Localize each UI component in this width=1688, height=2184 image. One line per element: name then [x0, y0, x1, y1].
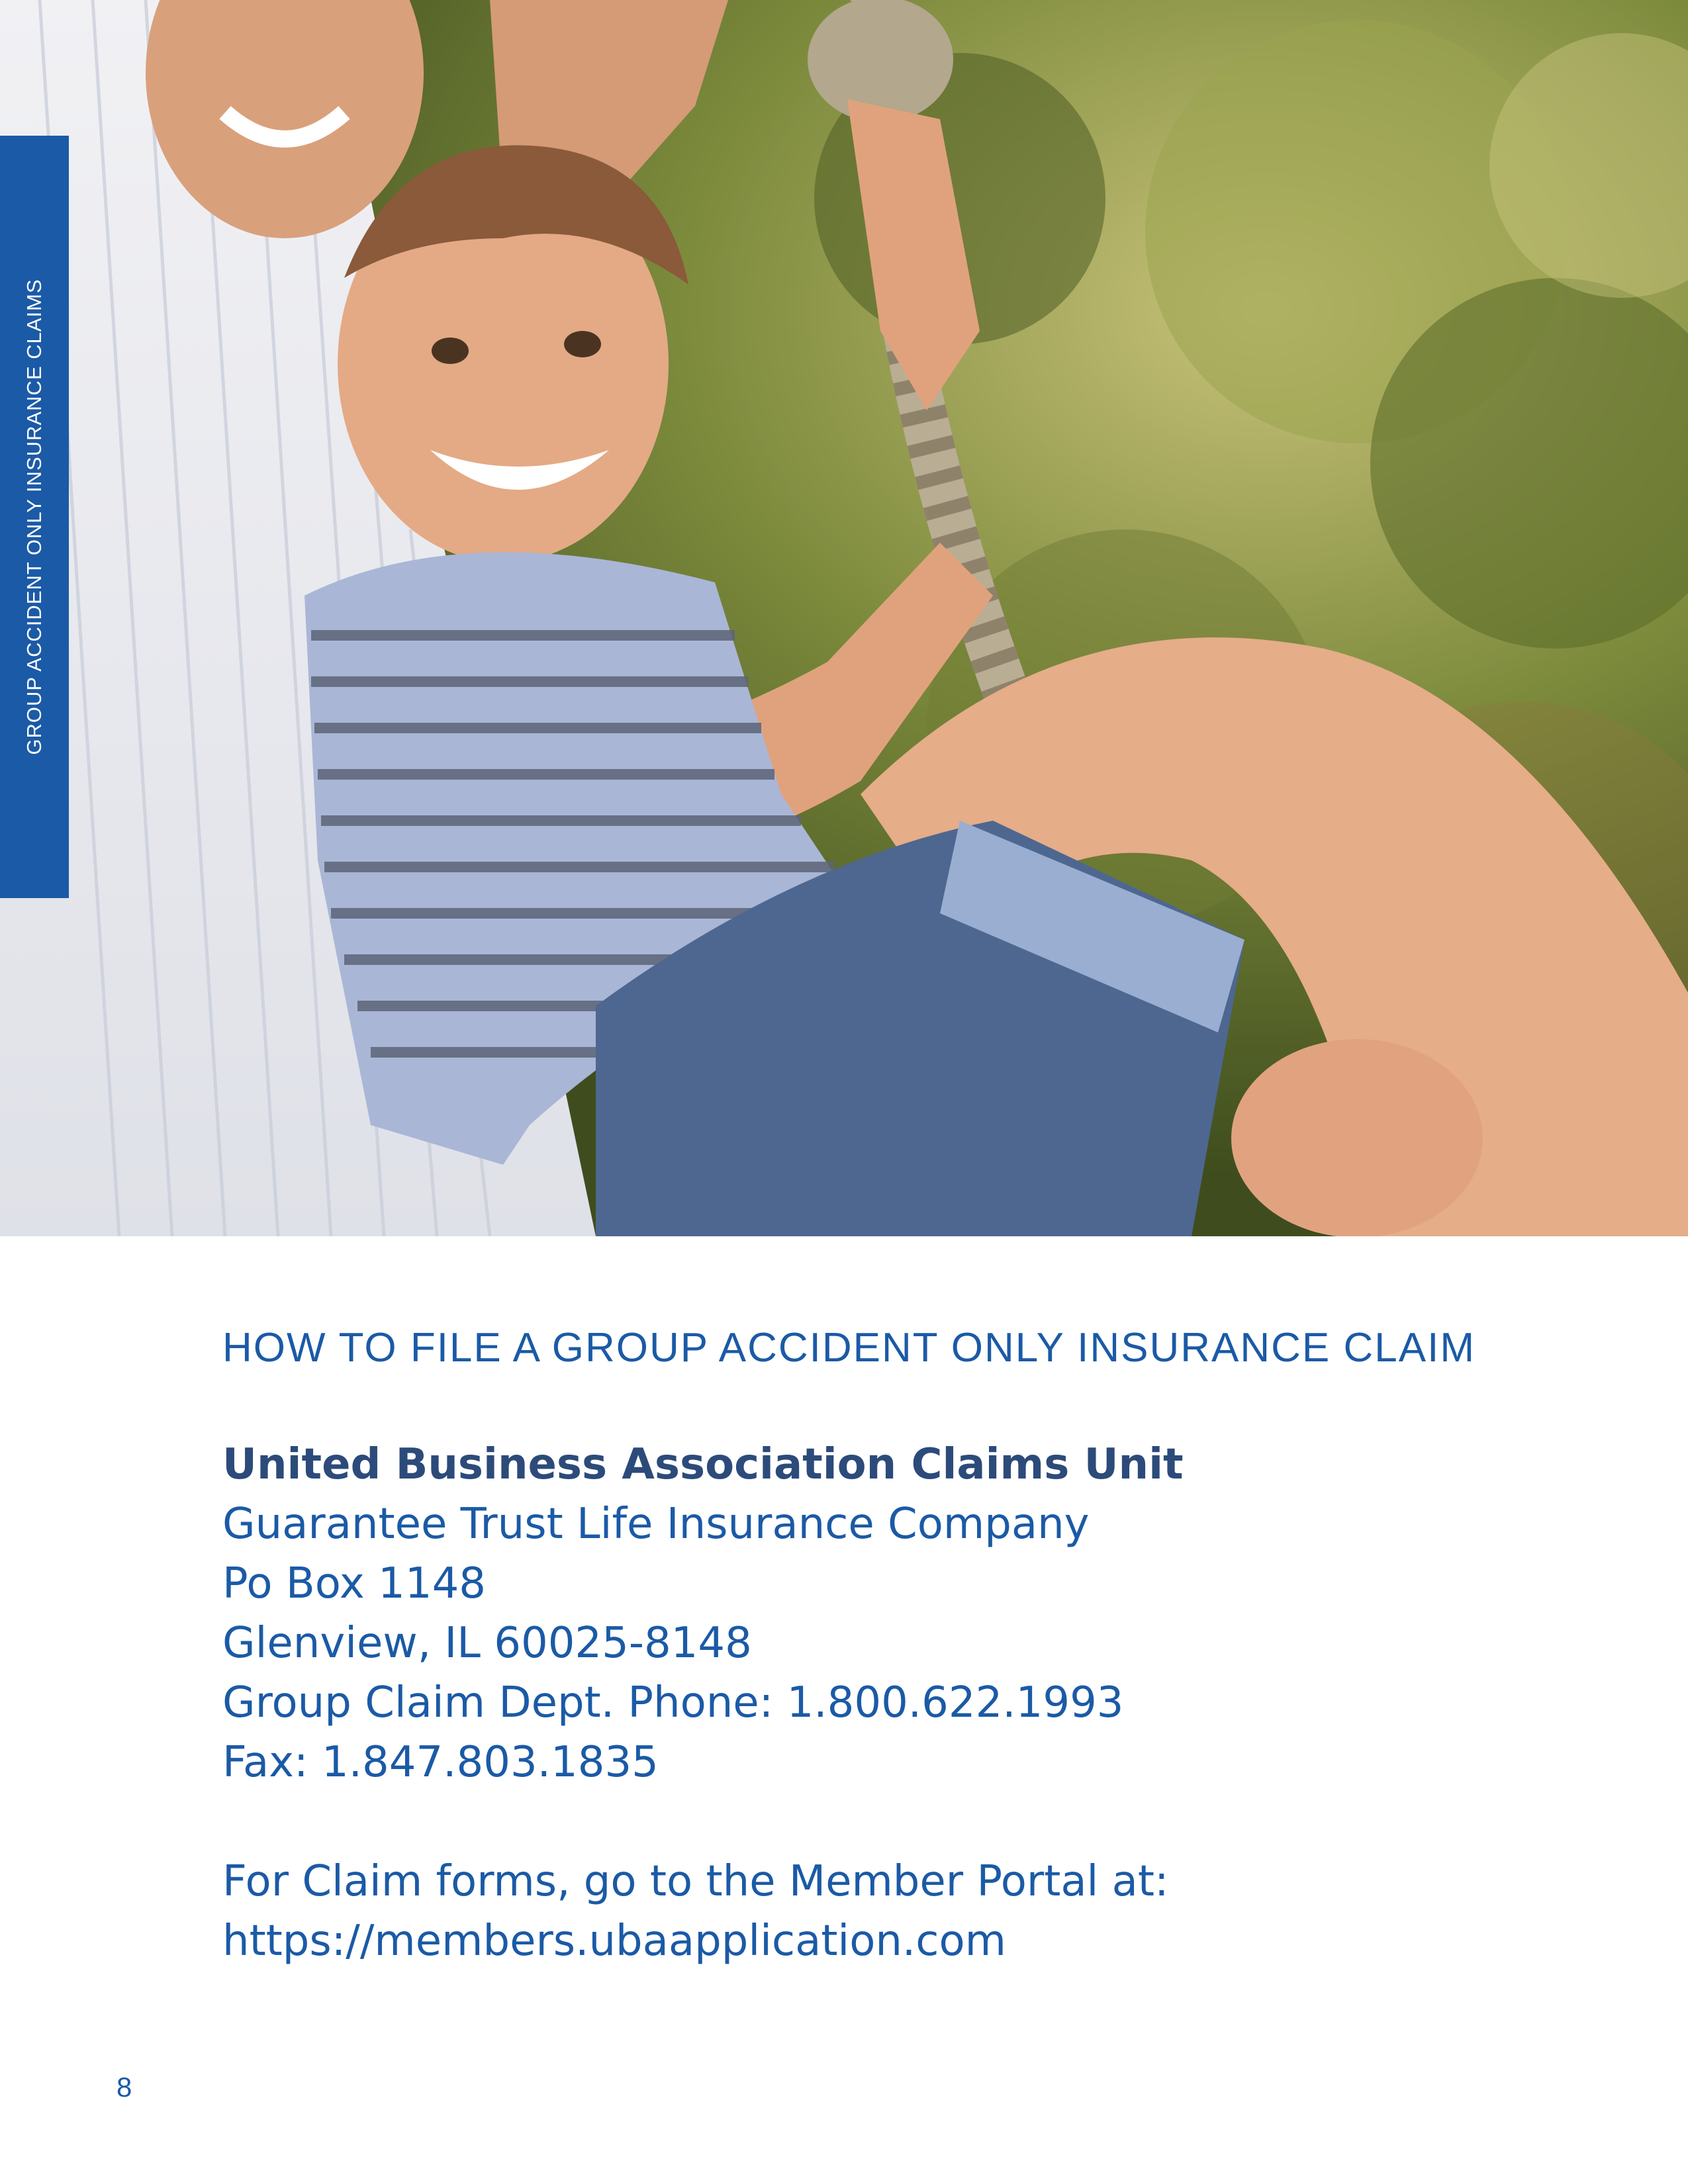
portal-intro: For Claim forms, go to the Member Portal… — [222, 1857, 1169, 1907]
page-number: 8 — [117, 2071, 132, 2103]
side-tab-label: GROUP ACCIDENT ONLY INSURANCE CLAIMS — [23, 279, 46, 755]
company-name: Guarantee Trust Life Insurance Company — [222, 1500, 1090, 1549]
section-heading: HOW TO FILE A GROUP ACCIDENT ONLY INSURA… — [222, 1325, 1476, 1371]
phone-line: Group Claim Dept. Phone: 1.800.622.1993 — [222, 1678, 1124, 1728]
hero-photo-illustration — [0, 0, 1688, 1236]
side-tab: GROUP ACCIDENT ONLY INSURANCE CLAIMS — [0, 136, 69, 898]
city-state-zip: Glenview, IL 60025-8148 — [222, 1619, 752, 1668]
claims-address-block: United Business Association Claims Unit … — [222, 1435, 1546, 1792]
claims-unit-name: United Business Association Claims Unit — [222, 1440, 1184, 1490]
po-box: Po Box 1148 — [222, 1559, 486, 1609]
member-portal-link[interactable]: https://members.ubaapplication.com — [222, 1911, 1546, 1971]
hero-photo — [0, 0, 1688, 1236]
claim-instructions: HOW TO FILE A GROUP ACCIDENT ONLY INSURA… — [222, 1324, 1546, 1971]
fax-line: Fax: 1.847.803.1835 — [222, 1738, 659, 1788]
member-portal-block: For Claim forms, go to the Member Portal… — [222, 1852, 1546, 1971]
